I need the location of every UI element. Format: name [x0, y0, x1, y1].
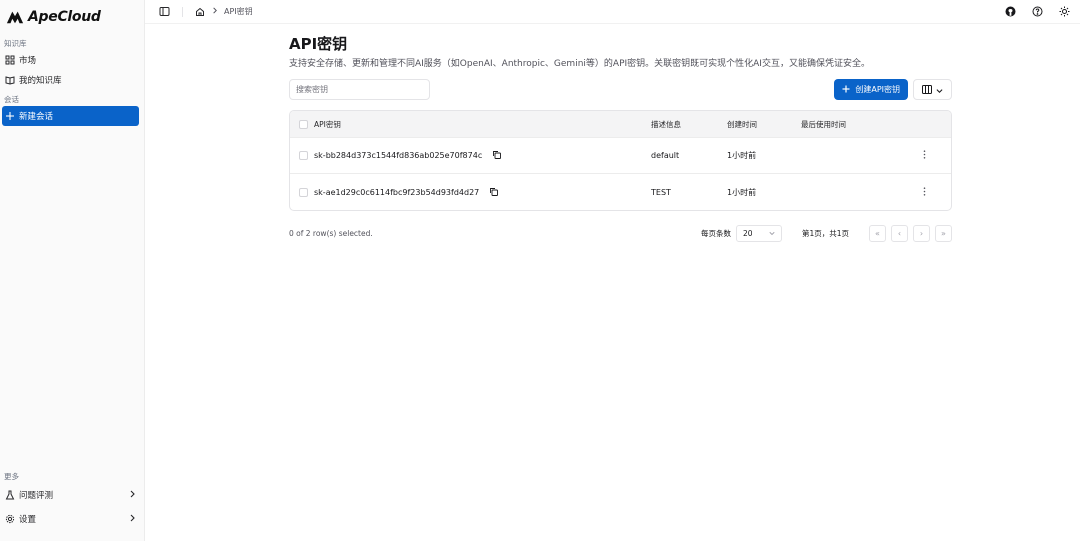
- create-button-label: 创建API密钥: [855, 85, 900, 94]
- created-cell: 1小时前: [727, 187, 757, 197]
- sidebar-bottom: 更多 问题评测 设置: [0, 467, 144, 531]
- sidebar-toggle-icon[interactable]: [159, 6, 170, 17]
- first-page-button[interactable]: «: [869, 225, 886, 242]
- header-checkbox-cell: [290, 119, 314, 129]
- apecloud-logo-icon: [6, 11, 24, 24]
- topbar: API密钥: [145, 0, 1080, 24]
- sidebar-item-label: 设置: [19, 515, 37, 525]
- home-icon[interactable]: [194, 6, 205, 17]
- breadcrumb: API密钥: [194, 6, 253, 17]
- column-header-created[interactable]: 创建时间: [727, 119, 801, 130]
- sidebar-item-label: 新建会话: [19, 112, 54, 122]
- sidebar-item-label: 市场: [19, 56, 37, 66]
- table-footer: 0 of 2 row(s) selected. 每页条数 20 第1页，共1页 …: [289, 225, 952, 242]
- plus-icon: [842, 85, 850, 95]
- row-checkbox[interactable]: [299, 151, 308, 160]
- toolbar: 创建API密钥: [289, 79, 952, 100]
- column-header-description[interactable]: 描述信息: [651, 119, 727, 130]
- table-row: sk-bb284d373c1544fd836ab025e70f874c defa…: [290, 138, 951, 174]
- next-page-button[interactable]: ›: [913, 225, 930, 242]
- sun-icon[interactable]: [1059, 6, 1070, 17]
- api-key-value: sk-ae1d29c0c6114fbc9f23b54d93fd4d27: [314, 187, 480, 197]
- sidebar-item-evaluation[interactable]: 问题评测: [2, 483, 139, 507]
- description-cell: TEST: [651, 187, 671, 197]
- row-menu-icon[interactable]: [911, 150, 938, 161]
- sidebar-item-label: 问题评测: [19, 491, 54, 501]
- chevron-right-icon: [128, 514, 136, 525]
- api-keys-table: API密钥 描述信息 创建时间 最后使用时间 sk-bb284d373c1544…: [289, 110, 952, 211]
- grid-icon: [5, 55, 15, 65]
- search-input[interactable]: [289, 79, 430, 100]
- columns-icon: [922, 82, 932, 97]
- sidebar-item-market[interactable]: 市场: [2, 50, 139, 70]
- copy-icon[interactable]: [489, 187, 499, 198]
- page-title: API密钥: [289, 35, 348, 53]
- section-label-chat: 会话: [4, 95, 19, 104]
- page-info: 第1页，共1页: [801, 229, 849, 238]
- topbar-divider: [182, 6, 183, 17]
- row-checkbox[interactable]: [299, 187, 308, 197]
- table-header-row: API密钥 描述信息 创建时间 最后使用时间: [290, 111, 951, 138]
- prev-page-button[interactable]: ‹: [891, 225, 908, 242]
- per-page-select[interactable]: 20: [735, 225, 782, 242]
- brand-logo[interactable]: ApeCloud: [0, 0, 144, 34]
- row-checkbox-cell: [290, 187, 314, 197]
- create-api-key-button[interactable]: 创建API密钥: [834, 79, 908, 100]
- page-description: 支持安全存储、更新和管理不同AI服务（如OpenAI、Anthropic、Gem…: [289, 59, 870, 69]
- breadcrumb-current[interactable]: API密钥: [224, 6, 253, 17]
- sidebar-item-settings[interactable]: 设置: [2, 507, 139, 531]
- api-key-value: sk-bb284d373c1544fd836ab025e70f874c: [314, 151, 483, 160]
- created-cell: 1小时前: [727, 151, 757, 160]
- main-area: API密钥 API密钥 支持安全存储、更新和管理不同AI服务（如OpenAI、A…: [145, 0, 1080, 541]
- key-cell: sk-ae1d29c0c6114fbc9f23b54d93fd4d27: [314, 187, 651, 198]
- pagination: « ‹ › »: [869, 225, 952, 242]
- topbar-actions: [1005, 6, 1070, 17]
- sidebar-item-my-knowledge[interactable]: 我的知识库: [2, 70, 139, 90]
- content: API密钥 支持安全存储、更新和管理不同AI服务（如OpenAI、Anthrop…: [145, 24, 952, 242]
- book-icon: [5, 75, 15, 85]
- chevron-down-icon: [936, 82, 943, 97]
- selection-status: 0 of 2 row(s) selected.: [289, 229, 373, 238]
- github-icon[interactable]: [1005, 6, 1016, 17]
- last-page-button[interactable]: »: [935, 225, 952, 242]
- plus-icon: [5, 111, 15, 121]
- section-label-knowledge: 知识库: [4, 39, 27, 48]
- columns-toggle-button[interactable]: [913, 79, 952, 100]
- description-cell: default: [651, 151, 680, 160]
- column-header-last-used[interactable]: 最后使用时间: [801, 119, 911, 130]
- chevron-right-icon: [211, 7, 218, 16]
- chevron-down-icon: [769, 229, 775, 238]
- flask-icon: [5, 490, 15, 500]
- sidebar: ApeCloud 知识库 市场 我的知识库 会话 新建会话 更多 问题评测 设置: [0, 0, 145, 541]
- select-all-checkbox[interactable]: [299, 119, 308, 129]
- section-label-more: 更多: [4, 472, 19, 481]
- key-cell: sk-bb284d373c1544fd836ab025e70f874c: [314, 150, 651, 161]
- per-page-label: 每页条数: [700, 229, 731, 238]
- column-header-key[interactable]: API密钥: [314, 119, 651, 130]
- row-menu-icon[interactable]: [911, 186, 938, 198]
- sidebar-item-label: 我的知识库: [19, 76, 62, 86]
- brand-name: ApeCloud: [28, 9, 101, 25]
- sidebar-item-new-chat[interactable]: 新建会话: [2, 106, 139, 126]
- app: ApeCloud 知识库 市场 我的知识库 会话 新建会话 更多 问题评测 设置…: [0, 0, 1080, 541]
- chevron-right-icon: [128, 490, 136, 501]
- help-icon[interactable]: [1032, 6, 1043, 17]
- gear-icon: [5, 514, 15, 524]
- table-row: sk-ae1d29c0c6114fbc9f23b54d93fd4d27 TEST…: [290, 174, 951, 210]
- per-page-value: 20: [742, 229, 753, 238]
- row-checkbox-cell: [290, 151, 314, 160]
- copy-icon[interactable]: [492, 150, 502, 161]
